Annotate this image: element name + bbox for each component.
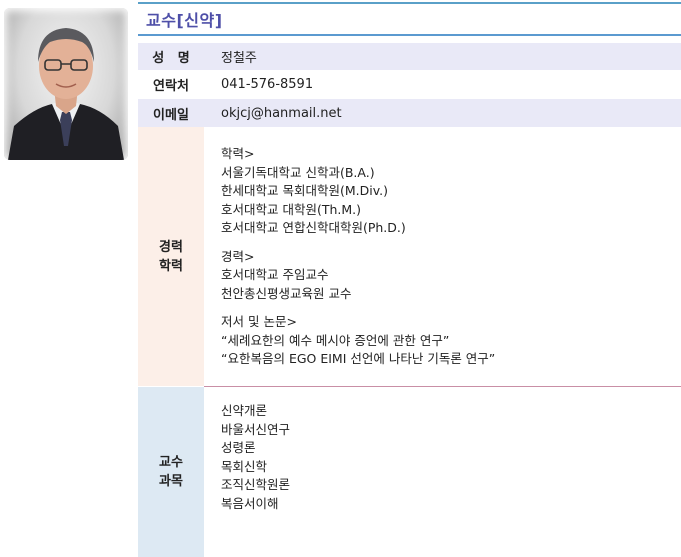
career-section: 경력 학력 학력> 서울기독대학교 신학과(B.A.) 한세대학교 목회대학원(…	[138, 127, 681, 386]
publications-heading: 저서 및 논문>	[221, 314, 297, 329]
publications-group: 저서 및 논문> “세례요한의 예수 메시야 증언에 관한 연구” “요한복음의…	[221, 313, 495, 369]
education-heading: 학력>	[221, 146, 255, 161]
course-item: 바울서신연구	[221, 421, 291, 437]
name-label: 성 명	[152, 51, 190, 66]
course-item: 신약개론	[221, 403, 268, 418]
experience-item: 천안총신평생교육원 교수	[221, 285, 352, 301]
courses-label-line2: 과목	[159, 474, 183, 489]
education-item: 호서대학교 대학원(Th.M.)	[221, 201, 362, 217]
page-title: 교수[신약]	[146, 11, 223, 30]
courses-label-line1: 교수	[159, 455, 183, 470]
publication-item: “세례요한의 예수 메시야 증언에 관한 연구”	[221, 332, 450, 348]
top-rule	[138, 2, 681, 4]
email-value[interactable]: okjcj@hanmail.net	[221, 99, 342, 127]
portrait-image	[8, 28, 124, 160]
phone-label: 연락처	[153, 79, 189, 94]
profile-photo	[4, 8, 128, 160]
career-text: 학력> 서울기독대학교 신학과(B.A.) 한세대학교 목회대학원(M.Div.…	[221, 145, 495, 379]
experience-heading: 경력>	[221, 248, 255, 264]
courses-label: 교수 과목	[138, 387, 204, 557]
course-item: 조직신학원론	[221, 477, 291, 492]
phone-value: 041-576-8591	[221, 77, 314, 92]
publication-item: “요한복음의 EGO EIMI 선언에 나타난 기독론 연구”	[221, 351, 496, 366]
phone-row: 연락처 041-576-8591	[138, 70, 681, 99]
education-item: 서울기독대학교 신학과(B.A.)	[221, 164, 375, 180]
career-label-line2: 학력	[159, 258, 183, 274]
courses-section: 교수 과목 신약개론 바울서신연구 성령론 목회신학 조직신학원론 복음서이해	[138, 387, 681, 557]
career-label: 경력 학력	[138, 127, 204, 386]
course-item: 복음서이해	[221, 495, 279, 511]
experience-group: 경력> 호서대학교 주임교수 천안총신평생교육원 교수	[221, 248, 495, 304]
experience-item: 호서대학교 주임교수	[221, 267, 329, 282]
title-rule	[138, 34, 681, 36]
courses-list: 신약개론 바울서신연구 성령론 목회신학 조직신학원론 복음서이해	[221, 402, 290, 513]
education-item: 한세대학교 목회대학원(M.Div.)	[221, 183, 388, 198]
course-item: 성령론	[221, 440, 256, 455]
name-row: 성 명 정철주	[138, 43, 681, 70]
name-value: 정철주	[221, 51, 257, 66]
education-group: 학력> 서울기독대학교 신학과(B.A.) 한세대학교 목회대학원(M.Div.…	[221, 145, 495, 238]
career-label-line1: 경력	[159, 239, 183, 255]
course-item: 목회신학	[221, 458, 268, 474]
email-row: 이메일 okjcj@hanmail.net	[138, 99, 681, 127]
education-item: 호서대학교 연합신학대학원(Ph.D.)	[221, 220, 406, 235]
email-label: 이메일	[153, 107, 189, 123]
